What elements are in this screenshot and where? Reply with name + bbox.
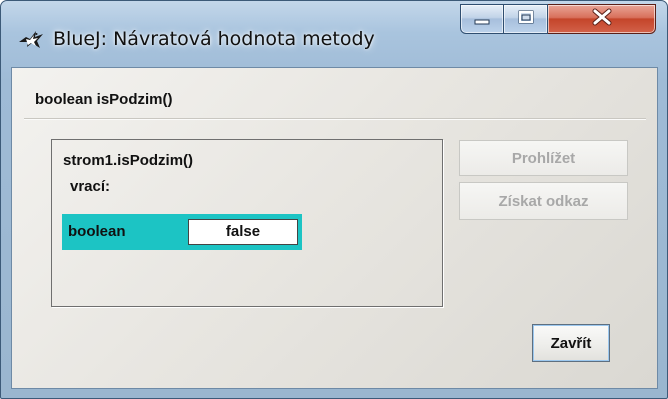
maximize-icon	[517, 9, 535, 29]
close-icon	[591, 8, 613, 30]
dialog-window: BlueJ: Návratová hodnota metody boolean …	[0, 0, 668, 399]
bluej-bird-icon	[18, 28, 44, 50]
title-bar[interactable]: BlueJ: Návratová hodnota metody	[1, 1, 667, 67]
minimize-icon	[473, 10, 491, 29]
result-value-field[interactable]: false	[188, 219, 298, 245]
method-signature: boolean isPodzim()	[35, 91, 173, 108]
separator	[24, 118, 646, 120]
result-panel: strom1.isPodzim() vrací: boolean false	[51, 139, 443, 307]
result-type: boolean	[68, 223, 126, 240]
get-reference-button[interactable]: Získat odkaz	[459, 182, 628, 220]
dialog-content: boolean isPodzim() strom1.isPodzim() vra…	[11, 67, 658, 389]
window-title: BlueJ: Návratová hodnota metody	[53, 28, 375, 50]
returns-label: vrací:	[70, 178, 111, 195]
result-row[interactable]: boolean false	[62, 214, 302, 250]
call-expression: strom1.isPodzim()	[63, 152, 194, 169]
maximize-button[interactable]	[504, 4, 548, 34]
close-button[interactable]: Zavřít	[532, 324, 610, 362]
close-window-button[interactable]	[548, 4, 656, 34]
caption-buttons	[460, 4, 658, 36]
minimize-button[interactable]	[460, 4, 504, 34]
inspect-button[interactable]: Prohlížet	[459, 140, 628, 176]
